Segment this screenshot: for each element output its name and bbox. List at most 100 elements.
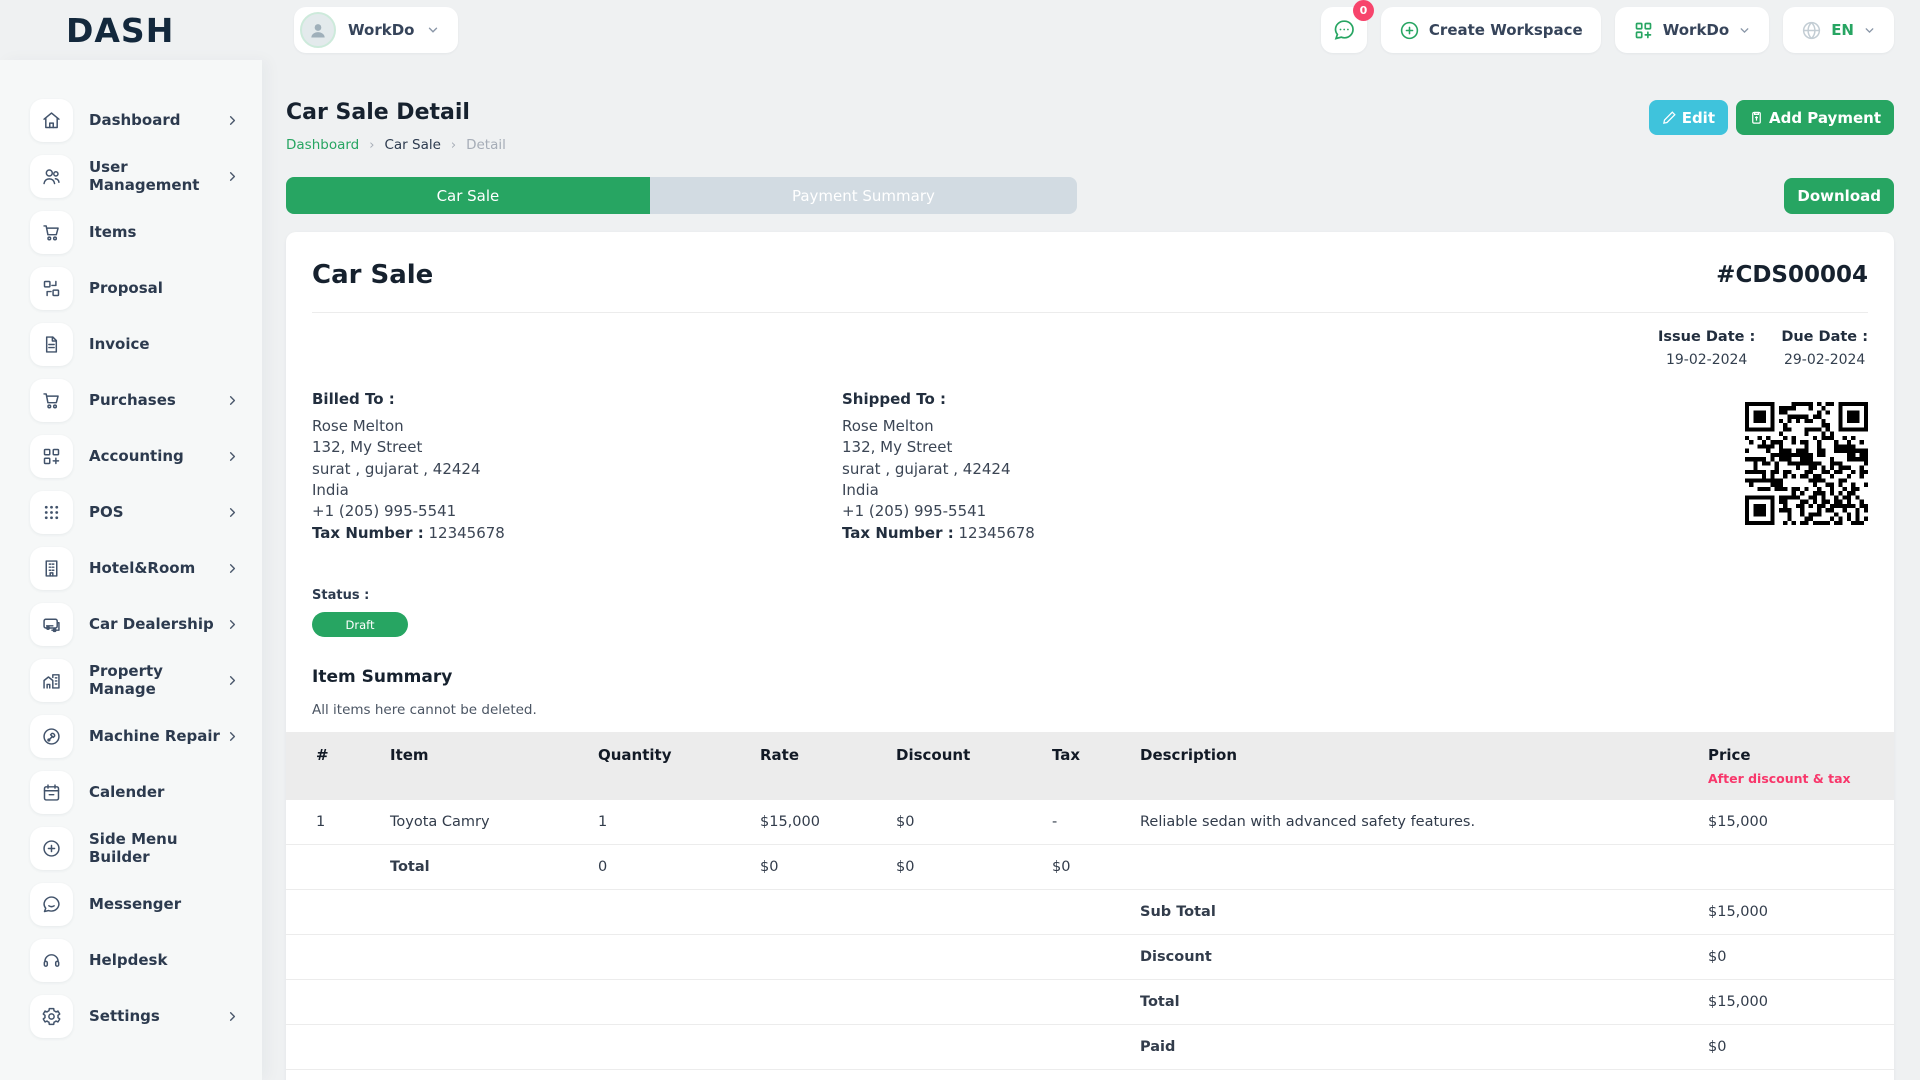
sidebar-item-messenger[interactable]: Messenger xyxy=(0,876,262,932)
sidebar-item-settings[interactable]: Settings xyxy=(0,988,262,1044)
download-button[interactable]: Download xyxy=(1784,178,1894,214)
tabs-row: Car Sale Payment Summary Download xyxy=(286,177,1894,214)
apps-workdo-button[interactable]: WorkDo xyxy=(1615,7,1769,53)
messages-count-badge: 0 xyxy=(1353,0,1374,21)
topbar: DASH WorkDo 0 Create Workspace WorkDo xyxy=(0,0,1920,60)
edit-button[interactable]: Edit xyxy=(1649,100,1728,135)
shipped-to-name: Rose Melton xyxy=(842,416,1372,437)
workspace-name: WorkDo xyxy=(348,21,414,39)
building-icon xyxy=(41,558,62,579)
sidebar-item-proposal[interactable]: Proposal xyxy=(0,260,262,316)
col-tax: Tax xyxy=(1046,732,1134,800)
sidebar-item-helpdesk[interactable]: Helpdesk xyxy=(0,932,262,988)
col-item: Item xyxy=(384,732,592,800)
sidebar-item-label: POS xyxy=(89,503,124,521)
sidebar-item-car-dealership[interactable]: Car Dealership xyxy=(0,596,262,652)
headset-icon xyxy=(41,950,62,971)
chevron-right-icon xyxy=(225,729,240,744)
main-content: Car Sale Detail Dashboard › Car Sale › D… xyxy=(262,60,1920,1080)
col-description: Description xyxy=(1134,732,1702,800)
col-discount: Discount xyxy=(890,732,1046,800)
chevron-right-icon xyxy=(225,449,240,464)
tab-car-sale[interactable]: Car Sale xyxy=(286,177,650,214)
item-summary-note: All items here cannot be deleted. xyxy=(312,702,1868,718)
billed-to-tax-number: 12345678 xyxy=(429,524,505,542)
pencil-icon xyxy=(1662,110,1677,125)
user-icon xyxy=(308,20,328,40)
sidebar-item-purchases[interactable]: Purchases xyxy=(0,372,262,428)
globe-icon xyxy=(1801,20,1822,41)
messages-button[interactable]: 0 xyxy=(1321,7,1367,53)
shipped-to-phone: +1 (205) 995-5541 xyxy=(842,501,1372,522)
breadcrumb-dashboard[interactable]: Dashboard xyxy=(286,137,359,153)
sidebar-item-label: Machine Repair xyxy=(89,727,220,745)
home-icon xyxy=(41,110,62,131)
invoice-card: Car Sale #CDS00004 Issue Date : 19-02-20… xyxy=(286,232,1894,1080)
sidebar-item-label: Settings xyxy=(89,1007,160,1025)
sidebar-item-dashboard[interactable]: Dashboard xyxy=(0,92,262,148)
sidebar-item-user-management[interactable]: User Management xyxy=(0,148,262,204)
address-row: Billed To : Rose Melton 132, My Street s… xyxy=(312,390,1868,542)
app-logo[interactable]: DASH xyxy=(0,14,262,47)
breadcrumb-separator: › xyxy=(369,138,374,153)
summary-value: $15,000 xyxy=(1702,980,1894,1025)
tabs: Car Sale Payment Summary xyxy=(286,177,1077,214)
item-row: 1Toyota Camry1$15,000$0-Reliable sedan w… xyxy=(286,800,1894,845)
cart-icon xyxy=(41,390,62,411)
sidebar-item-accounting[interactable]: Accounting xyxy=(0,428,262,484)
col-number: # xyxy=(286,732,384,800)
summary-row-due: Due $15,000 xyxy=(286,1070,1894,1080)
sidebar-item-items[interactable]: Items xyxy=(0,204,262,260)
sidebar-item-label: Property Manage xyxy=(89,662,225,698)
invoice-number: #CDS00004 xyxy=(1716,262,1868,288)
topbar-actions: 0 Create Workspace WorkDo EN xyxy=(1321,7,1920,53)
sidebar-item-hotel-room[interactable]: Hotel&Room xyxy=(0,540,262,596)
sidebar-item-invoice[interactable]: Invoice xyxy=(0,316,262,372)
due-date-value: 29-02-2024 xyxy=(1781,352,1868,368)
sidebar-item-label: Calender xyxy=(89,783,164,801)
sidebar-item-calender[interactable]: Calender xyxy=(0,764,262,820)
col-quantity: Quantity xyxy=(592,732,754,800)
items-table-header: # Item Quantity Rate Discount Tax Descri… xyxy=(286,732,1894,800)
breadcrumb-detail: Detail xyxy=(466,137,506,153)
breadcrumb: Dashboard › Car Sale › Detail xyxy=(286,137,506,153)
billed-to-heading: Billed To : xyxy=(312,390,842,408)
billed-to-name: Rose Melton xyxy=(312,416,842,437)
shipped-to-block: Shipped To : Rose Melton 132, My Street … xyxy=(842,390,1372,542)
sidebar-item-property-manage[interactable]: Property Manage xyxy=(0,652,262,708)
create-workspace-button[interactable]: Create Workspace xyxy=(1381,7,1601,53)
proposal-icon xyxy=(41,278,62,299)
workspace-selector[interactable]: WorkDo xyxy=(294,7,458,53)
invoice-dates: Issue Date : 19-02-2024 Due Date : 29-02… xyxy=(312,329,1868,368)
sidebar: Dashboard User Management Items Proposal… xyxy=(0,60,262,1080)
cart-icon xyxy=(41,222,62,243)
breadcrumb-car-sale[interactable]: Car Sale xyxy=(384,137,440,153)
sidebar-item-label: Side Menu Builder xyxy=(89,830,225,866)
page-header: Car Sale Detail Dashboard › Car Sale › D… xyxy=(286,100,1894,153)
sidebar-item-machine-repair[interactable]: Machine Repair xyxy=(0,708,262,764)
sidebar-item-label: Hotel&Room xyxy=(89,559,195,577)
qr-code xyxy=(1745,402,1868,525)
repair-icon xyxy=(41,726,62,747)
chevron-right-icon xyxy=(225,673,240,688)
tab-payment-summary[interactable]: Payment Summary xyxy=(650,177,1077,214)
sidebar-item-side-menu-builder[interactable]: Side Menu Builder xyxy=(0,820,262,876)
add-payment-button[interactable]: Add Payment xyxy=(1736,100,1894,135)
item-summary-heading: Item Summary xyxy=(312,667,1868,687)
sidebar-item-label: Helpdesk xyxy=(89,951,167,969)
chevron-right-icon xyxy=(225,561,240,576)
summary-value: $15,000 xyxy=(1702,890,1894,935)
col-price: Price After discount & tax xyxy=(1702,732,1894,800)
language-selector[interactable]: EN xyxy=(1783,7,1894,53)
qr-code-box xyxy=(1745,390,1868,542)
property-icon xyxy=(41,670,62,691)
sidebar-item-pos[interactable]: POS xyxy=(0,484,262,540)
due-date-label: Due Date : xyxy=(1781,329,1868,345)
shipped-to-tax-number: 12345678 xyxy=(959,524,1035,542)
price-subheader: After discount & tax xyxy=(1708,771,1888,786)
language-code: EN xyxy=(1831,21,1854,39)
sidebar-item-label: Accounting xyxy=(89,447,184,465)
chevron-right-icon xyxy=(225,393,240,408)
billed-to-phone: +1 (205) 995-5541 xyxy=(312,501,842,522)
car-icon xyxy=(41,614,62,635)
